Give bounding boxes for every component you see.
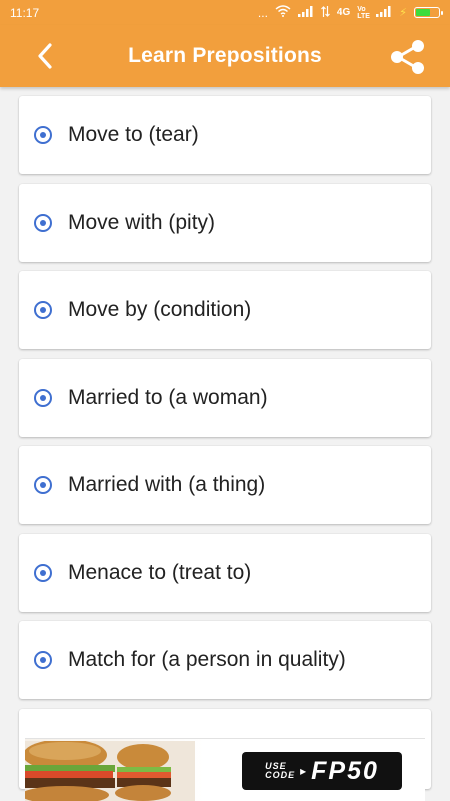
- lightning-icon: ⚡: [399, 7, 407, 19]
- radio-selected-icon: [34, 126, 52, 144]
- list-item[interactable]: Married with (a thing): [19, 446, 431, 524]
- signal-icon: [297, 5, 314, 20]
- list-item-label: Match for (a person in quality): [68, 648, 346, 671]
- radio-selected-icon: [34, 651, 52, 669]
- radio-selected-icon: [34, 388, 52, 407]
- list-item-label: Move to (tear): [68, 123, 199, 146]
- wifi-icon: [275, 5, 291, 20]
- volte-label: Vo LTE: [357, 5, 370, 20]
- data-arrows-icon: [320, 5, 330, 20]
- arrow-right-icon: ▸: [300, 764, 307, 778]
- promo-code-badge: USE CODE ▸ FP50: [242, 752, 402, 790]
- promo-code: FP50: [311, 756, 379, 785]
- battery-icon: [414, 7, 443, 18]
- radio-selected-icon: [34, 476, 52, 494]
- share-button[interactable]: [388, 37, 428, 77]
- page-title: Learn Prepositions: [128, 44, 322, 67]
- list-item[interactable]: Match for (a person in quality): [19, 621, 431, 699]
- ad-banner[interactable]: USE CODE ▸ FP50: [25, 738, 425, 801]
- list-item[interactable]: Move to (tear): [19, 96, 431, 174]
- list-item[interactable]: Menace to (treat to): [19, 533, 431, 612]
- signal-icon-2: [376, 5, 392, 20]
- preposition-list: Move to (tear) Move with (pity) Move by …: [19, 96, 431, 789]
- status-time: 11:17: [10, 5, 40, 20]
- list-item-label: Married to (a woman): [68, 385, 268, 409]
- list-item[interactable]: Move with (pity): [19, 183, 431, 262]
- list-item-label: Menace to (treat to): [68, 560, 252, 584]
- list-item-label: Married with (a thing): [68, 473, 266, 496]
- share-icon: [391, 40, 424, 74]
- network-type: 4G: [336, 7, 351, 18]
- radio-selected-icon: [34, 563, 52, 582]
- status-icons: ... 4G Vo LTE ⚡: [257, 5, 443, 20]
- radio-selected-icon: [34, 213, 52, 232]
- status-bar: 11:17 ... 4G Vo LTE ⚡: [0, 0, 450, 25]
- app-bar: Learn Prepositions: [0, 25, 450, 87]
- list-item[interactable]: Married to (a woman): [19, 358, 431, 437]
- list-item[interactable]: Move by (condition): [19, 271, 431, 349]
- status-dots: ...: [257, 5, 268, 20]
- list-item-label: Move with (pity): [68, 210, 216, 234]
- burger-image: [25, 741, 195, 801]
- back-button[interactable]: [28, 39, 62, 73]
- list-item-label: Move by (condition): [68, 298, 252, 321]
- promo-use-code: USE CODE: [265, 762, 295, 780]
- radio-selected-icon: [34, 301, 52, 319]
- promo-code-label: CODE: [265, 770, 296, 780]
- chevron-left-icon: [38, 43, 52, 69]
